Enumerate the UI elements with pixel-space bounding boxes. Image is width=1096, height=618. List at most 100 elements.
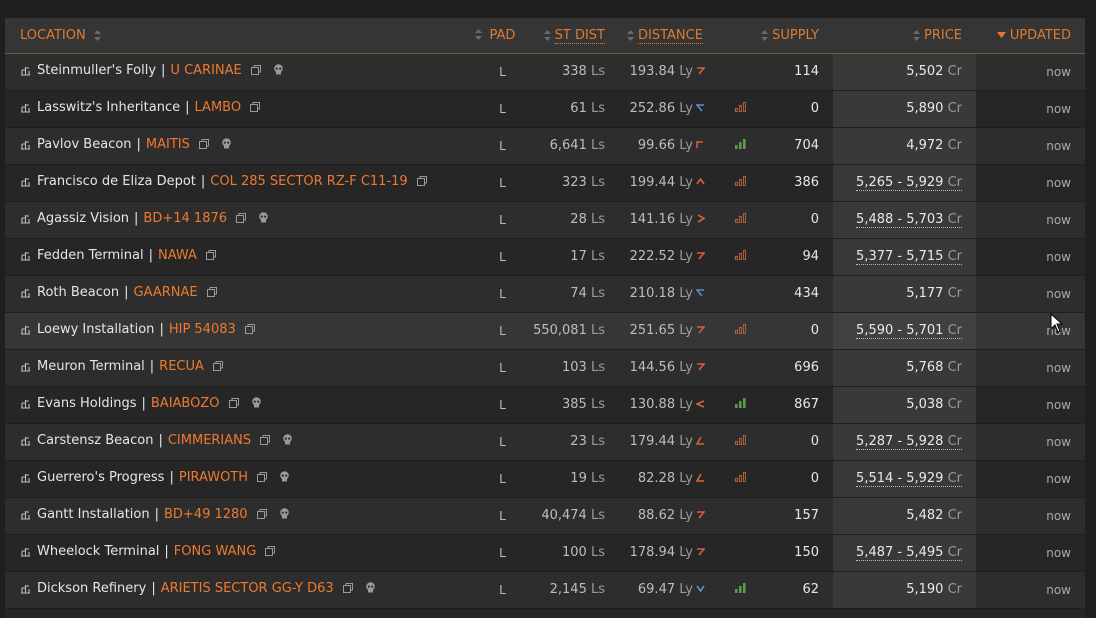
pad-size: L	[480, 571, 525, 609]
system-name-link[interactable]: GAARNAE	[134, 285, 198, 300]
system-name-link[interactable]: HIP 54083	[169, 322, 236, 337]
station-name[interactable]: Lasswitz's Inheritance	[37, 100, 180, 115]
pad-size: L	[480, 497, 525, 535]
copy-icon[interactable]	[244, 323, 255, 338]
table-row[interactable]: Lasswitz's Inheritance | LAMBO L 61 Ls 252.86…	[5, 90, 1085, 128]
direction-arrow-icon	[696, 545, 706, 560]
supply-value: 867	[750, 386, 833, 424]
station-name[interactable]: Wheelock Terminal	[37, 544, 159, 559]
table-row[interactable]: Guerrero's Progress | PIRAWOTH L 19 Ls 82.28 …	[5, 460, 1085, 498]
station-name[interactable]: Fedden Terminal	[37, 248, 144, 263]
system-name-link[interactable]: BD+49 1280	[164, 507, 248, 522]
station-name[interactable]: Meuron Terminal	[37, 359, 145, 374]
header-pad[interactable]: PAD	[480, 18, 525, 54]
results-body: Steinmuller's Folly | U CARINAE L 338 Ls 193.…	[5, 53, 1085, 609]
skull-icon	[279, 508, 290, 523]
system-name-link[interactable]: ARIETIS SECTOR GG-Y D63	[161, 581, 334, 596]
system-name-link[interactable]: PIRAWOTH	[179, 470, 248, 485]
table-row[interactable]: Dickson Refinery | ARIETIS SECTOR GG-Y D63…	[5, 571, 1085, 609]
table-row[interactable]: Carstensz Beacon | CIMMERIANS L 23 Ls 179.44 …	[5, 423, 1085, 461]
demand-bars-icon	[734, 582, 746, 597]
station-name[interactable]: Pavlov Beacon	[37, 137, 132, 152]
sort-icon	[475, 29, 482, 40]
station-name[interactable]: Gantt Installation	[37, 507, 150, 522]
table-row[interactable]: Loewy Installation | HIP 54083 L 550,081 Ls 2…	[5, 312, 1085, 350]
table-row[interactable]: Wheelock Terminal | FONG WANG L 100 Ls 178.94…	[5, 534, 1085, 572]
copy-icon[interactable]	[416, 175, 427, 190]
header-supply[interactable]: SUPPLY	[750, 18, 833, 54]
station-name[interactable]: Steinmuller's Folly	[37, 63, 156, 78]
station-name[interactable]: Dickson Refinery	[37, 581, 146, 596]
direction-arrow-icon	[694, 397, 705, 412]
table-row[interactable]: Agassiz Vision | BD+14 1876 L 28 Ls 141.16 Ly…	[5, 201, 1085, 239]
table-row[interactable]: Francisco de Eliza Depot | COL 285 SECTOR …	[5, 164, 1085, 202]
copy-icon[interactable]	[212, 360, 223, 375]
station-distance: 100 Ls	[525, 534, 605, 572]
copy-icon[interactable]	[236, 212, 247, 227]
station-name[interactable]: Guerrero's Progress	[37, 470, 164, 485]
station-name[interactable]: Francisco de Eliza Depot	[37, 174, 196, 189]
system-name-link[interactable]: BD+14 1876	[143, 211, 227, 226]
sort-desc-icon	[996, 32, 1006, 39]
sort-icon	[913, 29, 920, 41]
sort-icon	[627, 29, 634, 41]
location-cell: Francisco de Eliza Depot | COL 285 SECTOR …	[5, 164, 480, 202]
table-row[interactable]: Fedden Terminal | NAWA L 17 Ls 222.52 Ly 94 5,3…	[5, 238, 1085, 276]
table-row[interactable]: Pavlov Beacon | MAITIS L 6,641 Ls 99.66 Ly 704…	[5, 127, 1085, 165]
copy-icon[interactable]	[265, 545, 276, 560]
copy-icon[interactable]	[198, 138, 209, 153]
system-name-link[interactable]: MAITIS	[146, 137, 190, 152]
updated-time: now	[976, 238, 1085, 276]
system-name-link[interactable]: NAWA	[158, 248, 197, 263]
station-name[interactable]: Evans Holdings	[37, 396, 137, 411]
price-cell: 5,502 Cr	[833, 53, 976, 91]
copy-icon[interactable]	[342, 582, 353, 597]
table-row[interactable]: Evans Holdings | BAIABOZO L 385 Ls 130.88 Ly 8…	[5, 386, 1085, 424]
copy-icon[interactable]	[228, 397, 239, 412]
system-name-link[interactable]: FONG WANG	[174, 544, 256, 559]
copy-icon[interactable]	[250, 64, 261, 79]
demand-cell	[705, 201, 750, 239]
station-name[interactable]: Carstensz Beacon	[37, 433, 153, 448]
system-name-link[interactable]: LAMBO	[195, 100, 242, 115]
header-price[interactable]: PRICE	[833, 18, 976, 54]
copy-icon[interactable]	[257, 471, 268, 486]
copy-icon[interactable]	[260, 434, 271, 449]
separator: |	[158, 433, 163, 448]
header-updated[interactable]: UPDATED	[976, 18, 1085, 54]
copy-icon[interactable]	[256, 508, 267, 523]
demand-cell	[705, 386, 750, 424]
table-row[interactable]: Meuron Terminal | RECUA L 103 Ls 144.56 Ly 696…	[5, 349, 1085, 387]
demand-bars-icon	[734, 138, 746, 153]
system-name-link[interactable]: RECUA	[159, 359, 204, 374]
demand-cell	[705, 460, 750, 498]
table-row[interactable]: Gantt Installation | BD+49 1280 L 40,474 Ls 8…	[5, 497, 1085, 535]
price-cell: 5,377 - 5,715 Cr	[833, 238, 976, 276]
copy-icon[interactable]	[206, 286, 217, 301]
header-location[interactable]: LOCATION	[5, 18, 482, 54]
table-row[interactable]: Steinmuller's Folly | U CARINAE L 338 Ls 193.…	[5, 53, 1085, 91]
station-icon	[20, 213, 31, 228]
price-cell: 5,265 - 5,929 Cr	[833, 164, 976, 202]
direction-arrow-icon	[695, 434, 705, 449]
station-name[interactable]: Agassiz Vision	[37, 211, 129, 226]
header-st-dist[interactable]: ST DIST	[525, 18, 605, 54]
updated-time: now	[976, 460, 1085, 498]
station-name[interactable]: Loewy Installation	[37, 322, 154, 337]
direction-arrow-icon	[695, 286, 705, 301]
distance: 130.88 Ly	[605, 386, 705, 424]
table-row[interactable]: Roth Beacon | GAARNAE L 74 Ls 210.18 Ly 434 5,1…	[5, 275, 1085, 313]
header-distance[interactable]: DISTANCE	[605, 18, 705, 54]
station-icon	[20, 65, 31, 80]
location-cell: Steinmuller's Folly | U CARINAE	[5, 53, 480, 91]
copy-icon[interactable]	[205, 249, 216, 264]
system-name-link[interactable]: COL 285 SECTOR RZ-F C11-19	[210, 174, 407, 189]
copy-icon[interactable]	[250, 101, 261, 116]
pad-size: L	[480, 238, 525, 276]
location-cell: Carstensz Beacon | CIMMERIANS	[5, 423, 480, 461]
price-value: 5,265 - 5,929	[856, 175, 944, 190]
system-name-link[interactable]: CIMMERIANS	[168, 433, 251, 448]
system-name-link[interactable]: BAIABOZO	[151, 396, 220, 411]
station-name[interactable]: Roth Beacon	[37, 285, 119, 300]
system-name-link[interactable]: U CARINAE	[170, 63, 241, 78]
